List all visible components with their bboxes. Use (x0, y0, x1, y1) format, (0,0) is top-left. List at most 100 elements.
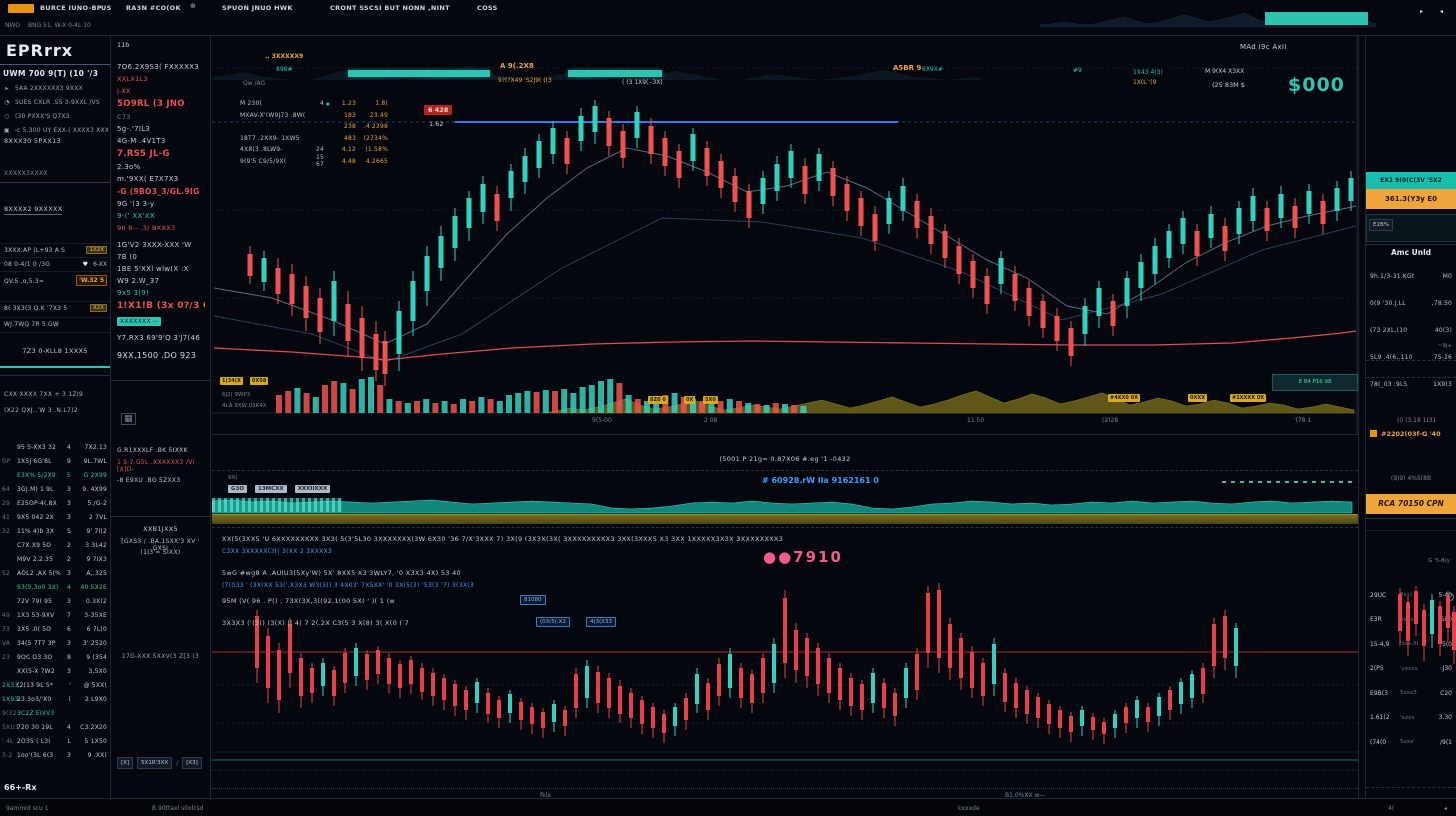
account-value: 1X9(3 (1433, 381, 1452, 388)
table-row[interactable]: 93(5,3o0 3X) 4 40 5X2E (0, 580, 110, 594)
table-row[interactable]: XX(5-X 7W2 3 3,5X0 (0, 664, 110, 678)
collapse-icon[interactable]: ◂ (1444, 805, 1447, 812)
table-row[interactable]: 5XU3 720 30 19L 4 C3.2X20 (0, 720, 110, 734)
watch-row[interactable]: 8( 3X3(3 Q.K '7X3 5 X2X (0, 301, 110, 316)
watch-row[interactable]: WJ.7WQ 7R 5.GW (0, 317, 110, 333)
strip-badge[interactable]: G3O (228, 485, 247, 493)
orange-alert-row[interactable]: #2202(03f-G '40 (1381, 430, 1441, 438)
watch-row[interactable]: QV.5 ,o,5.3= 'W.32 5 (0, 271, 110, 292)
position-symbol: 1.61(2 (1370, 714, 1400, 721)
table-row[interactable]: 41 9X5 042 2X 3 2 7VL (0, 510, 110, 524)
button-1[interactable]: [X] (117, 757, 133, 769)
option-item[interactable]: ▣ -c 5.300 UY EXX-( XXXX3 XXXX (3, 127, 109, 134)
table-row[interactable]: 72V 79( 95 3 0.3X(2 (0, 594, 110, 608)
nav-item[interactable]: SPUON JNUO HWK (222, 4, 293, 12)
legend-row[interactable]: MXAV-X'(W9J73 .8W( 183 23.49 (240, 110, 390, 122)
watch-row[interactable]: 08 0-4/1 0 /3G ♥ 6-XX (0, 257, 110, 272)
nav-item[interactable]: RA3N #CO(OK (126, 4, 181, 12)
position-row[interactable]: E9B(3 5xxx3 C20 (1366, 681, 1456, 706)
table-row[interactable]: 52 AOL2 .AX 5(% 3 A,.325 (0, 566, 110, 580)
note-badge[interactable]: 4(3(X33 (586, 617, 616, 627)
main-candlestick-chart[interactable] (212, 36, 1358, 434)
strip-badge[interactable]: 13MCXX (255, 485, 287, 493)
secondary-candlestick-chart[interactable] (212, 578, 1358, 788)
divider (1366, 244, 1456, 245)
note-badge[interactable]: (03(5(.X2 (536, 617, 570, 627)
section-title: XXB1JXX5 (111, 525, 210, 533)
legend-row[interactable]: 9(9'5 C9/5/9X( 15 67 4.48 4.2665 (240, 156, 390, 168)
note-line: XX(5(3XX5 'U 6XXXXXXXXX 3X3( 5(3'5L30 3X… (222, 535, 1352, 543)
alert-banner-orange[interactable]: 361.3(Y3y E0 (1366, 189, 1456, 209)
tag-pill[interactable]: 5X0 (703, 396, 718, 404)
note-line-blue: C3XX 3XXXXX(3(( 3(XX 2 3XXXX3 (222, 548, 332, 555)
table-row[interactable]: 49 1X3 53-9XV 7 3-35XE (0, 608, 110, 622)
promo-banner[interactable]: RCA 70150 CPN (1366, 494, 1456, 514)
table-row[interactable]: 2X33 (2(13 9L 5* ' @ 5XX( (0, 678, 110, 692)
highlight-bar[interactable] (348, 70, 490, 77)
account-row[interactable]: 0(9 '30.J.LL ,78.50 (1366, 290, 1456, 317)
legend-row[interactable]: 18T7 .2XX9- 1XW5 483 (2734% (240, 133, 390, 145)
account-row[interactable]: 9h.1/3-31.KGt M0 (1366, 263, 1456, 290)
table-row[interactable]: 3-2 1oo'(3L 6(3 3 9 .XX( (0, 748, 110, 762)
watch-row[interactable]: 3XXX.AP (L+93 A S 1X2X (0, 243, 110, 258)
button-3[interactable]: [X3] (182, 757, 202, 769)
heart-icon[interactable]: ♥ (83, 261, 88, 268)
tag-pill[interactable]: 8Z0 0 (648, 396, 668, 404)
table-row[interactable]: 32 11% 4)b 3X 5 9' 7I(2 (0, 524, 110, 538)
tag-pill[interactable]: #4XX0 0X (1108, 394, 1140, 402)
button-2[interactable]: 5X1R'3XX (137, 757, 172, 769)
option-item[interactable]: ▸ 5AA 2XXXXXX3 9XXX (3, 85, 109, 92)
table-row[interactable]: 1X93 23.3o3/'X0 ( 2 L9X0 (0, 692, 110, 706)
panel-buttons: [X] 5X1R'3XX / [X3] (117, 757, 209, 769)
table-row[interactable]: GP 1X5J 6G'8L 9 9L.7WL (0, 454, 110, 468)
caret-left-icon[interactable]: ◂ (1440, 8, 1443, 15)
brand-logo[interactable] (8, 4, 34, 13)
table-row[interactable]: C7X.X9 5O 2 3 3L42 (0, 538, 110, 552)
row-label: 3X5 .0( 5O (17, 626, 61, 633)
legend-row[interactable]: M 230( 4 ● 1.23 1.8( (240, 98, 390, 110)
row-index: 23 (0, 654, 17, 661)
highlight-bar[interactable] (568, 70, 662, 77)
globe-icon[interactable]: ⊕ (190, 2, 196, 10)
row-qty: ' (61, 682, 71, 689)
nav-item[interactable]: COSS (477, 4, 498, 12)
table-row[interactable]: 95 5-XX3 32 4 7X2.13 (0, 440, 110, 454)
window-icon[interactable]: ▦ (121, 413, 136, 425)
caret-right-icon[interactable]: ▸ (1420, 8, 1423, 15)
table-row[interactable]: 73 3X5 .0( 5O 6 6 7L(0 (0, 622, 110, 636)
table-row[interactable]: 64 3GJ.M) 1 9L 3 9. 4X99 (0, 482, 110, 496)
nav-item[interactable]: CRONT SSCSI BUT NONN ,NINT (330, 4, 450, 12)
option-item[interactable]: ◔ SUES CXLR .SS 3-9XXL /VS (3, 99, 109, 106)
mini-button[interactable]: E2B% (1369, 219, 1393, 231)
position-row[interactable]: 1.61(2 'xxxx 3.30 (1366, 706, 1456, 731)
row-value: 3' 2520 (71, 640, 110, 647)
table-row[interactable]: M9V 2.2.35 2 9 7IX3 (0, 552, 110, 566)
tag-pill[interactable]: #1XXXX 0X (1230, 394, 1266, 402)
x-axis-label: 11 50 (967, 417, 984, 424)
row-value: A,.325 (71, 570, 110, 577)
tag-pill[interactable]: 1(34(X (220, 377, 243, 385)
tag-pill[interactable]: 0XXX (1188, 394, 1207, 402)
nav-item[interactable]: BURCE IUNO-BP (40, 4, 102, 12)
tag-pill[interactable]: 0X58 (250, 377, 268, 385)
table-row[interactable]: 9(32 3C2Z EIXV3 (0, 706, 110, 720)
row-value: 40 5X2E (71, 584, 110, 591)
account-row[interactable]: 78(_03 .9L5 1X9(3 (1366, 371, 1456, 398)
table-row[interactable]: '.4L 2O35 ( L3( L 5 1X50 (0, 734, 110, 748)
quote-line: 9XX,1500 .DO 923 (117, 351, 205, 360)
table-row[interactable]: 29 E25OP-4(.8X 3 5./G-2 (0, 496, 110, 510)
option-item[interactable]: ○ (30 PXXX'S Q7X3 (3, 113, 109, 120)
strip-badge[interactable]: XXXIIXXX (295, 485, 331, 493)
table-row[interactable]: 23 9OC O3 3O 8 9 (354 (0, 650, 110, 664)
account-row[interactable]: (73 2XL,(10 40(3) (1366, 317, 1456, 344)
alert-banner-teal[interactable]: EX1 9(0(C(3V '5X2 (1366, 172, 1456, 189)
note-badge[interactable]: 81080 (520, 595, 546, 605)
legend-row[interactable]: 238 .4 2398 (240, 121, 390, 133)
tag-pill[interactable]: 0X (684, 396, 695, 404)
index-button[interactable]: 8 84 P16 98 (1272, 374, 1358, 391)
table-row[interactable]: E3X% 5/2X9 5 G 2X99 (0, 468, 110, 482)
quote-line: 1!X1!B (3x 0?/3 040 (117, 301, 205, 311)
table-row[interactable]: VA 34(5 7T7 3P 3 3' 2520 (0, 636, 110, 650)
nav-item[interactable]: US (101, 4, 112, 12)
position-row[interactable]: (74(0 5xxx' /9(1 (1366, 730, 1456, 755)
